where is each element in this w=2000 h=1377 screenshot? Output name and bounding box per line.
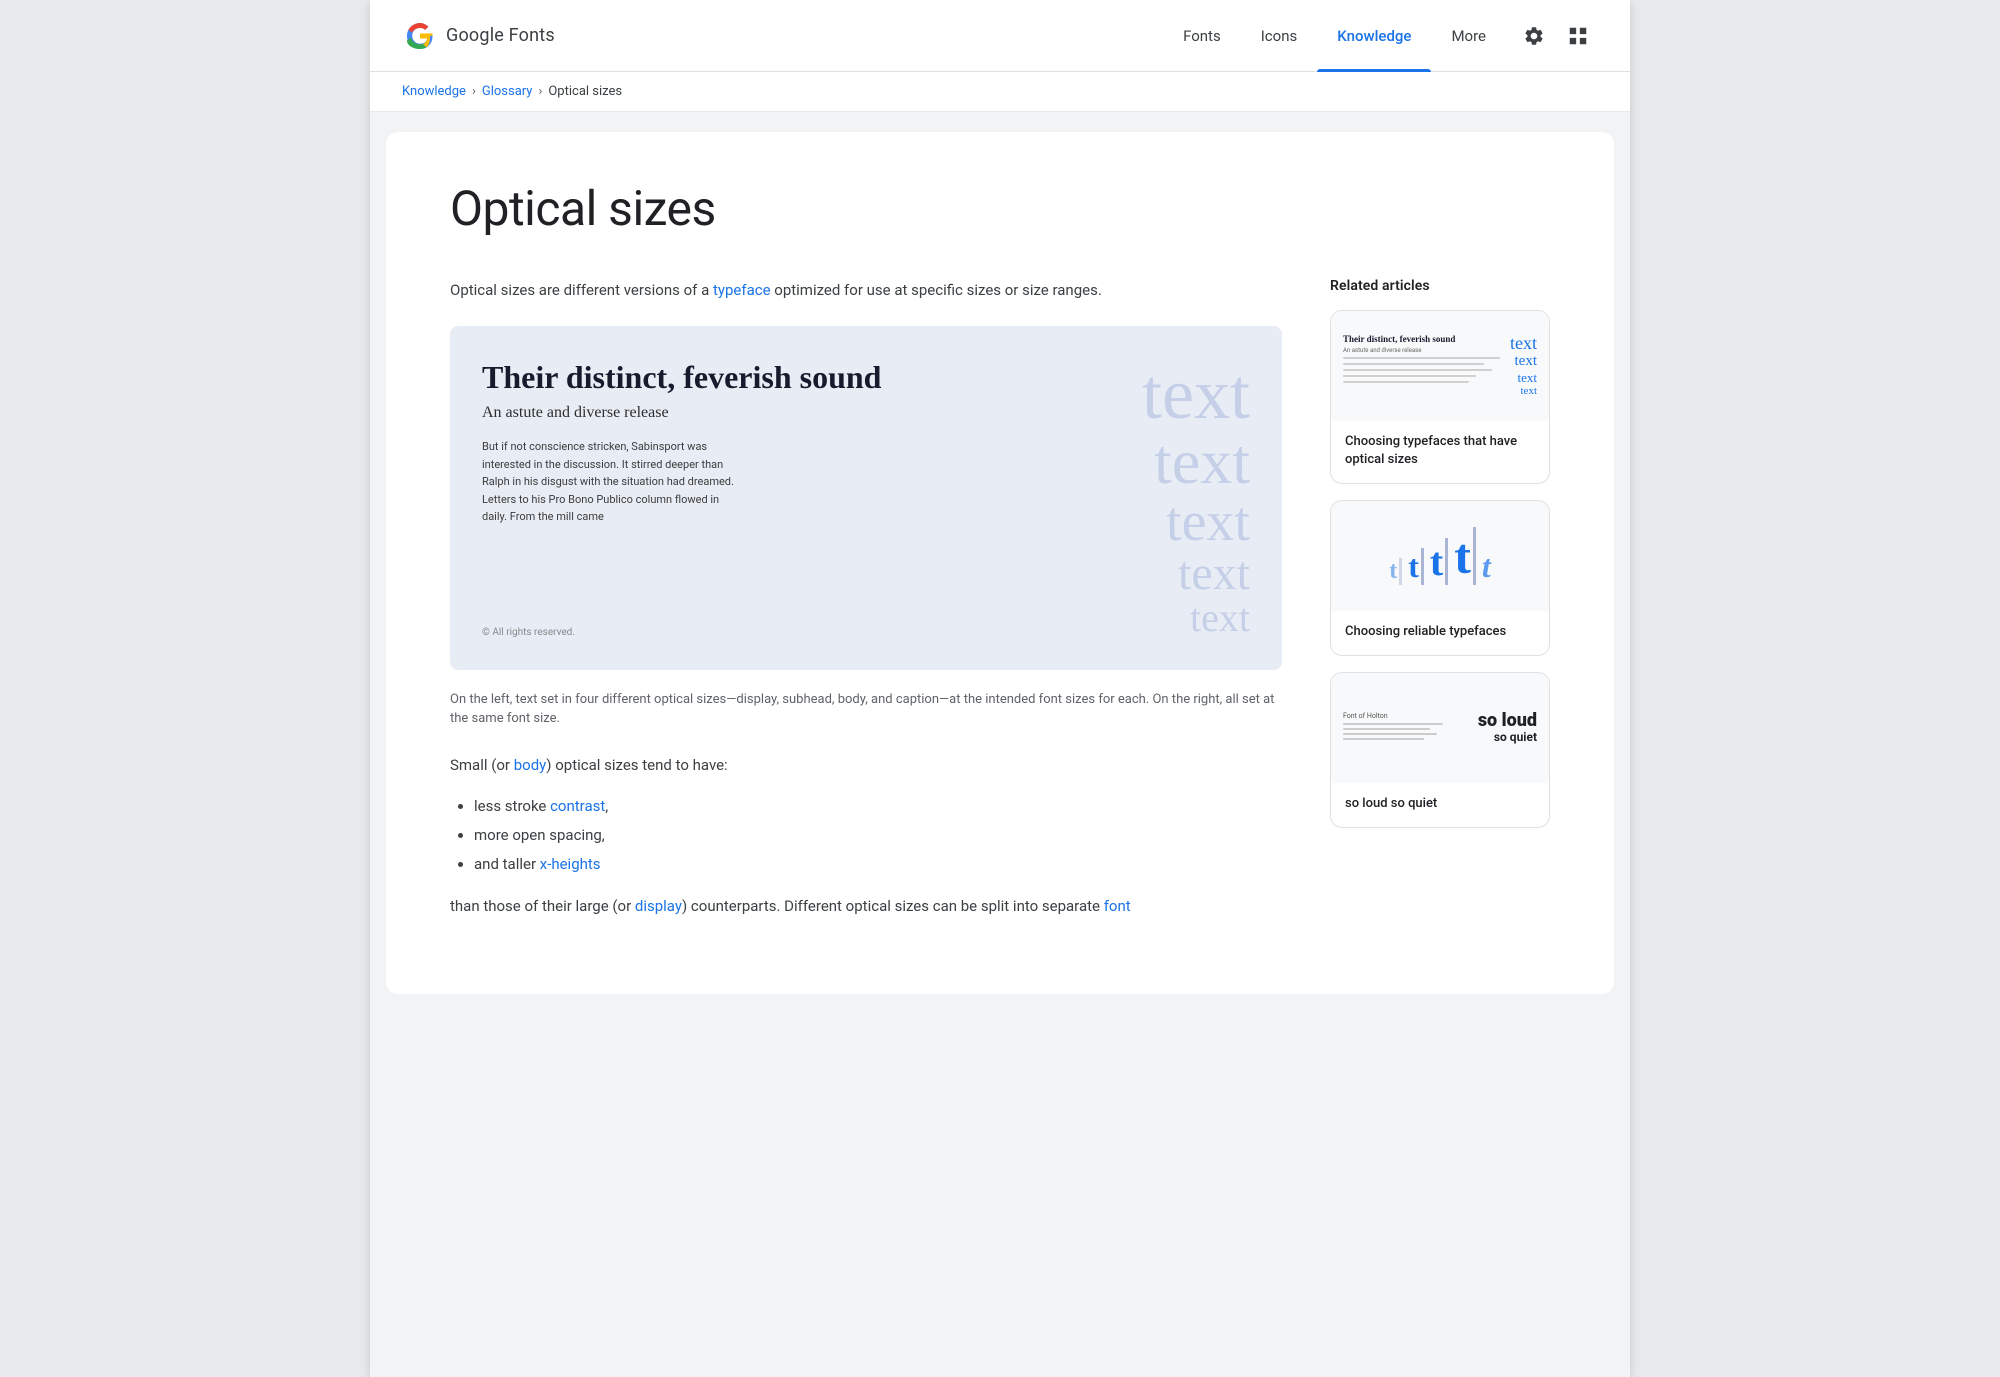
body2-middle: ) counterparts. Different optical sizes …	[682, 897, 1104, 915]
body-link[interactable]: body	[514, 756, 547, 774]
body1-before: Small (or	[450, 756, 514, 774]
breadcrumb: Knowledge › Glossary › Optical sizes	[370, 72, 1630, 112]
demo-heading: Their distinct, feverish sound	[482, 358, 1034, 396]
body1-after: ) optical sizes tend to have:	[546, 756, 727, 774]
bullet-list: less stroke contrast, more open spacing,…	[474, 793, 1282, 878]
related-card-2-thumb: t t t t t	[1331, 501, 1549, 611]
contrast-link[interactable]: contrast	[550, 797, 605, 815]
logo-link[interactable]: Google Fonts	[402, 18, 555, 54]
article-body: Optical sizes are different versions of …	[450, 278, 1282, 934]
demo-text-1: text	[1142, 358, 1250, 430]
breadcrumb-sep-2: ›	[538, 84, 542, 99]
font-link[interactable]: font	[1104, 897, 1131, 915]
breadcrumb-knowledge[interactable]: Knowledge	[402, 84, 466, 99]
demo-right-panel: text text text text text	[1050, 358, 1250, 638]
bullet1-suffix: ,	[605, 797, 608, 815]
nav-fonts[interactable]: Fonts	[1163, 0, 1241, 72]
demo-left-panel: Their distinct, feverish sound An astute…	[482, 358, 1050, 638]
body-paragraph-1: Small (or body) optical sizes tend to ha…	[450, 753, 1282, 777]
header: Google Fonts Fonts Icons Knowledge More	[370, 0, 1630, 72]
related-sidebar: Related articles Their distinct, feveris…	[1330, 278, 1550, 934]
bullet1-text: less stroke	[474, 797, 550, 815]
grid-icon	[1567, 25, 1589, 47]
body2-before: than those of their large (or	[450, 897, 635, 915]
demo-text-4: text	[1178, 550, 1250, 598]
main-content: Optical sizes Optical sizes are differen…	[386, 132, 1614, 994]
nav-knowledge[interactable]: Knowledge	[1317, 0, 1431, 72]
display-link[interactable]: display	[635, 897, 682, 915]
intro-text-before: Optical sizes are different versions of …	[450, 281, 713, 299]
related-card-2[interactable]: t t t t t Choosing reliable typefaces	[1330, 500, 1550, 656]
body-paragraph-2: than those of their large (or display) c…	[450, 894, 1282, 918]
related-card-3[interactable]: Font of Holton so loud so quiet	[1330, 672, 1550, 828]
nav-more[interactable]: More	[1431, 0, 1506, 72]
content-grid: Optical sizes are different versions of …	[450, 278, 1550, 934]
demo-illustration: Their distinct, feverish sound An astute…	[450, 326, 1282, 670]
demo-caption: On the left, text set in four different …	[450, 690, 1282, 729]
demo-copyright: © All rights reserved.	[482, 627, 1034, 638]
google-logo-icon	[402, 18, 438, 54]
gear-icon	[1523, 25, 1545, 47]
intro-text-after: optimized for use at specific sizes or s…	[771, 281, 1102, 299]
related-card-3-thumb: Font of Holton so loud so quiet	[1331, 673, 1549, 783]
demo-text-5: text	[1190, 598, 1250, 638]
page-title: Optical sizes	[450, 180, 1550, 238]
bullet-item-3: and taller x-heights	[474, 851, 1282, 878]
typeface-link[interactable]: typeface	[713, 281, 771, 299]
header-icon-group	[1514, 16, 1598, 56]
nav-icons[interactable]: Icons	[1241, 0, 1318, 72]
bullet-item-1: less stroke contrast,	[474, 793, 1282, 820]
demo-subheading: An astute and diverse release	[482, 404, 1034, 422]
breadcrumb-current: Optical sizes	[548, 84, 622, 99]
thumb3-illustration: Font of Holton so loud so quiet	[1343, 712, 1537, 744]
xheights-link[interactable]: x-heights	[540, 855, 601, 873]
settings-button[interactable]	[1514, 16, 1554, 56]
thumb2-illustration: t t t t t	[1389, 519, 1491, 593]
breadcrumb-sep-1: ›	[472, 84, 476, 99]
related-card-3-title: so loud so quiet	[1345, 795, 1535, 813]
related-heading: Related articles	[1330, 278, 1550, 294]
demo-body-text: But if not conscience stricken, Sabinspo…	[482, 438, 742, 526]
thumb1-illustration: Their distinct, feverish sound An astute…	[1343, 334, 1537, 397]
bullet3-before: and taller	[474, 855, 540, 873]
intro-paragraph: Optical sizes are different versions of …	[450, 278, 1282, 302]
breadcrumb-glossary[interactable]: Glossary	[482, 84, 533, 99]
related-card-1[interactable]: Their distinct, feverish sound An astute…	[1330, 310, 1550, 484]
grid-button[interactable]	[1558, 16, 1598, 56]
related-card-2-title: Choosing reliable typefaces	[1345, 623, 1535, 641]
demo-text-3: text	[1166, 494, 1250, 550]
bullet-item-2: more open spacing,	[474, 822, 1282, 849]
main-nav: Fonts Icons Knowledge More	[1163, 0, 1506, 72]
related-card-1-thumb: Their distinct, feverish sound An astute…	[1331, 311, 1549, 421]
demo-text-2: text	[1154, 430, 1250, 494]
logo-text: Google Fonts	[446, 25, 555, 46]
related-card-1-title: Choosing typefaces that have optical siz…	[1345, 433, 1535, 469]
